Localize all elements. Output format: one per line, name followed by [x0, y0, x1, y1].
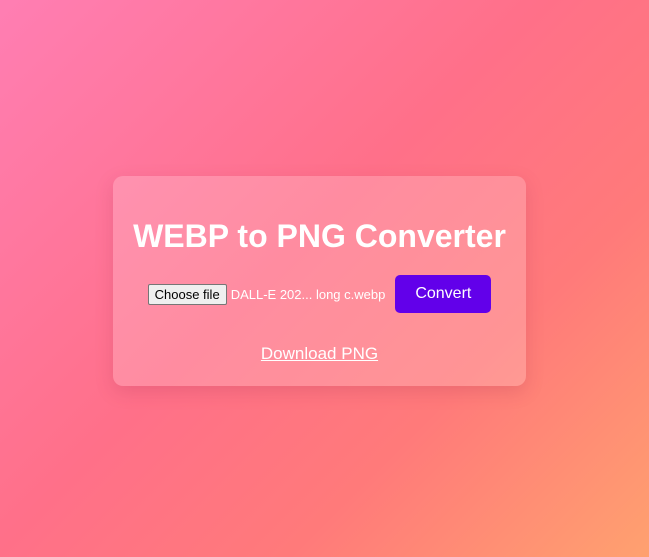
converter-card: WEBP to PNG Converter Choose file DALL-E… [113, 176, 526, 386]
selected-file-name: DALL-E 202... long c.webp [230, 286, 386, 302]
choose-file-button[interactable]: Choose file [147, 283, 227, 305]
download-png-link[interactable]: Download PNG [113, 344, 526, 364]
page-title: WEBP to PNG Converter [133, 218, 506, 254]
file-input[interactable]: Choose file DALL-E 202... long c.webp [147, 283, 386, 305]
convert-button[interactable]: Convert [395, 275, 492, 313]
converter-controls: Choose file DALL-E 202... long c.webp Co… [113, 275, 526, 313]
